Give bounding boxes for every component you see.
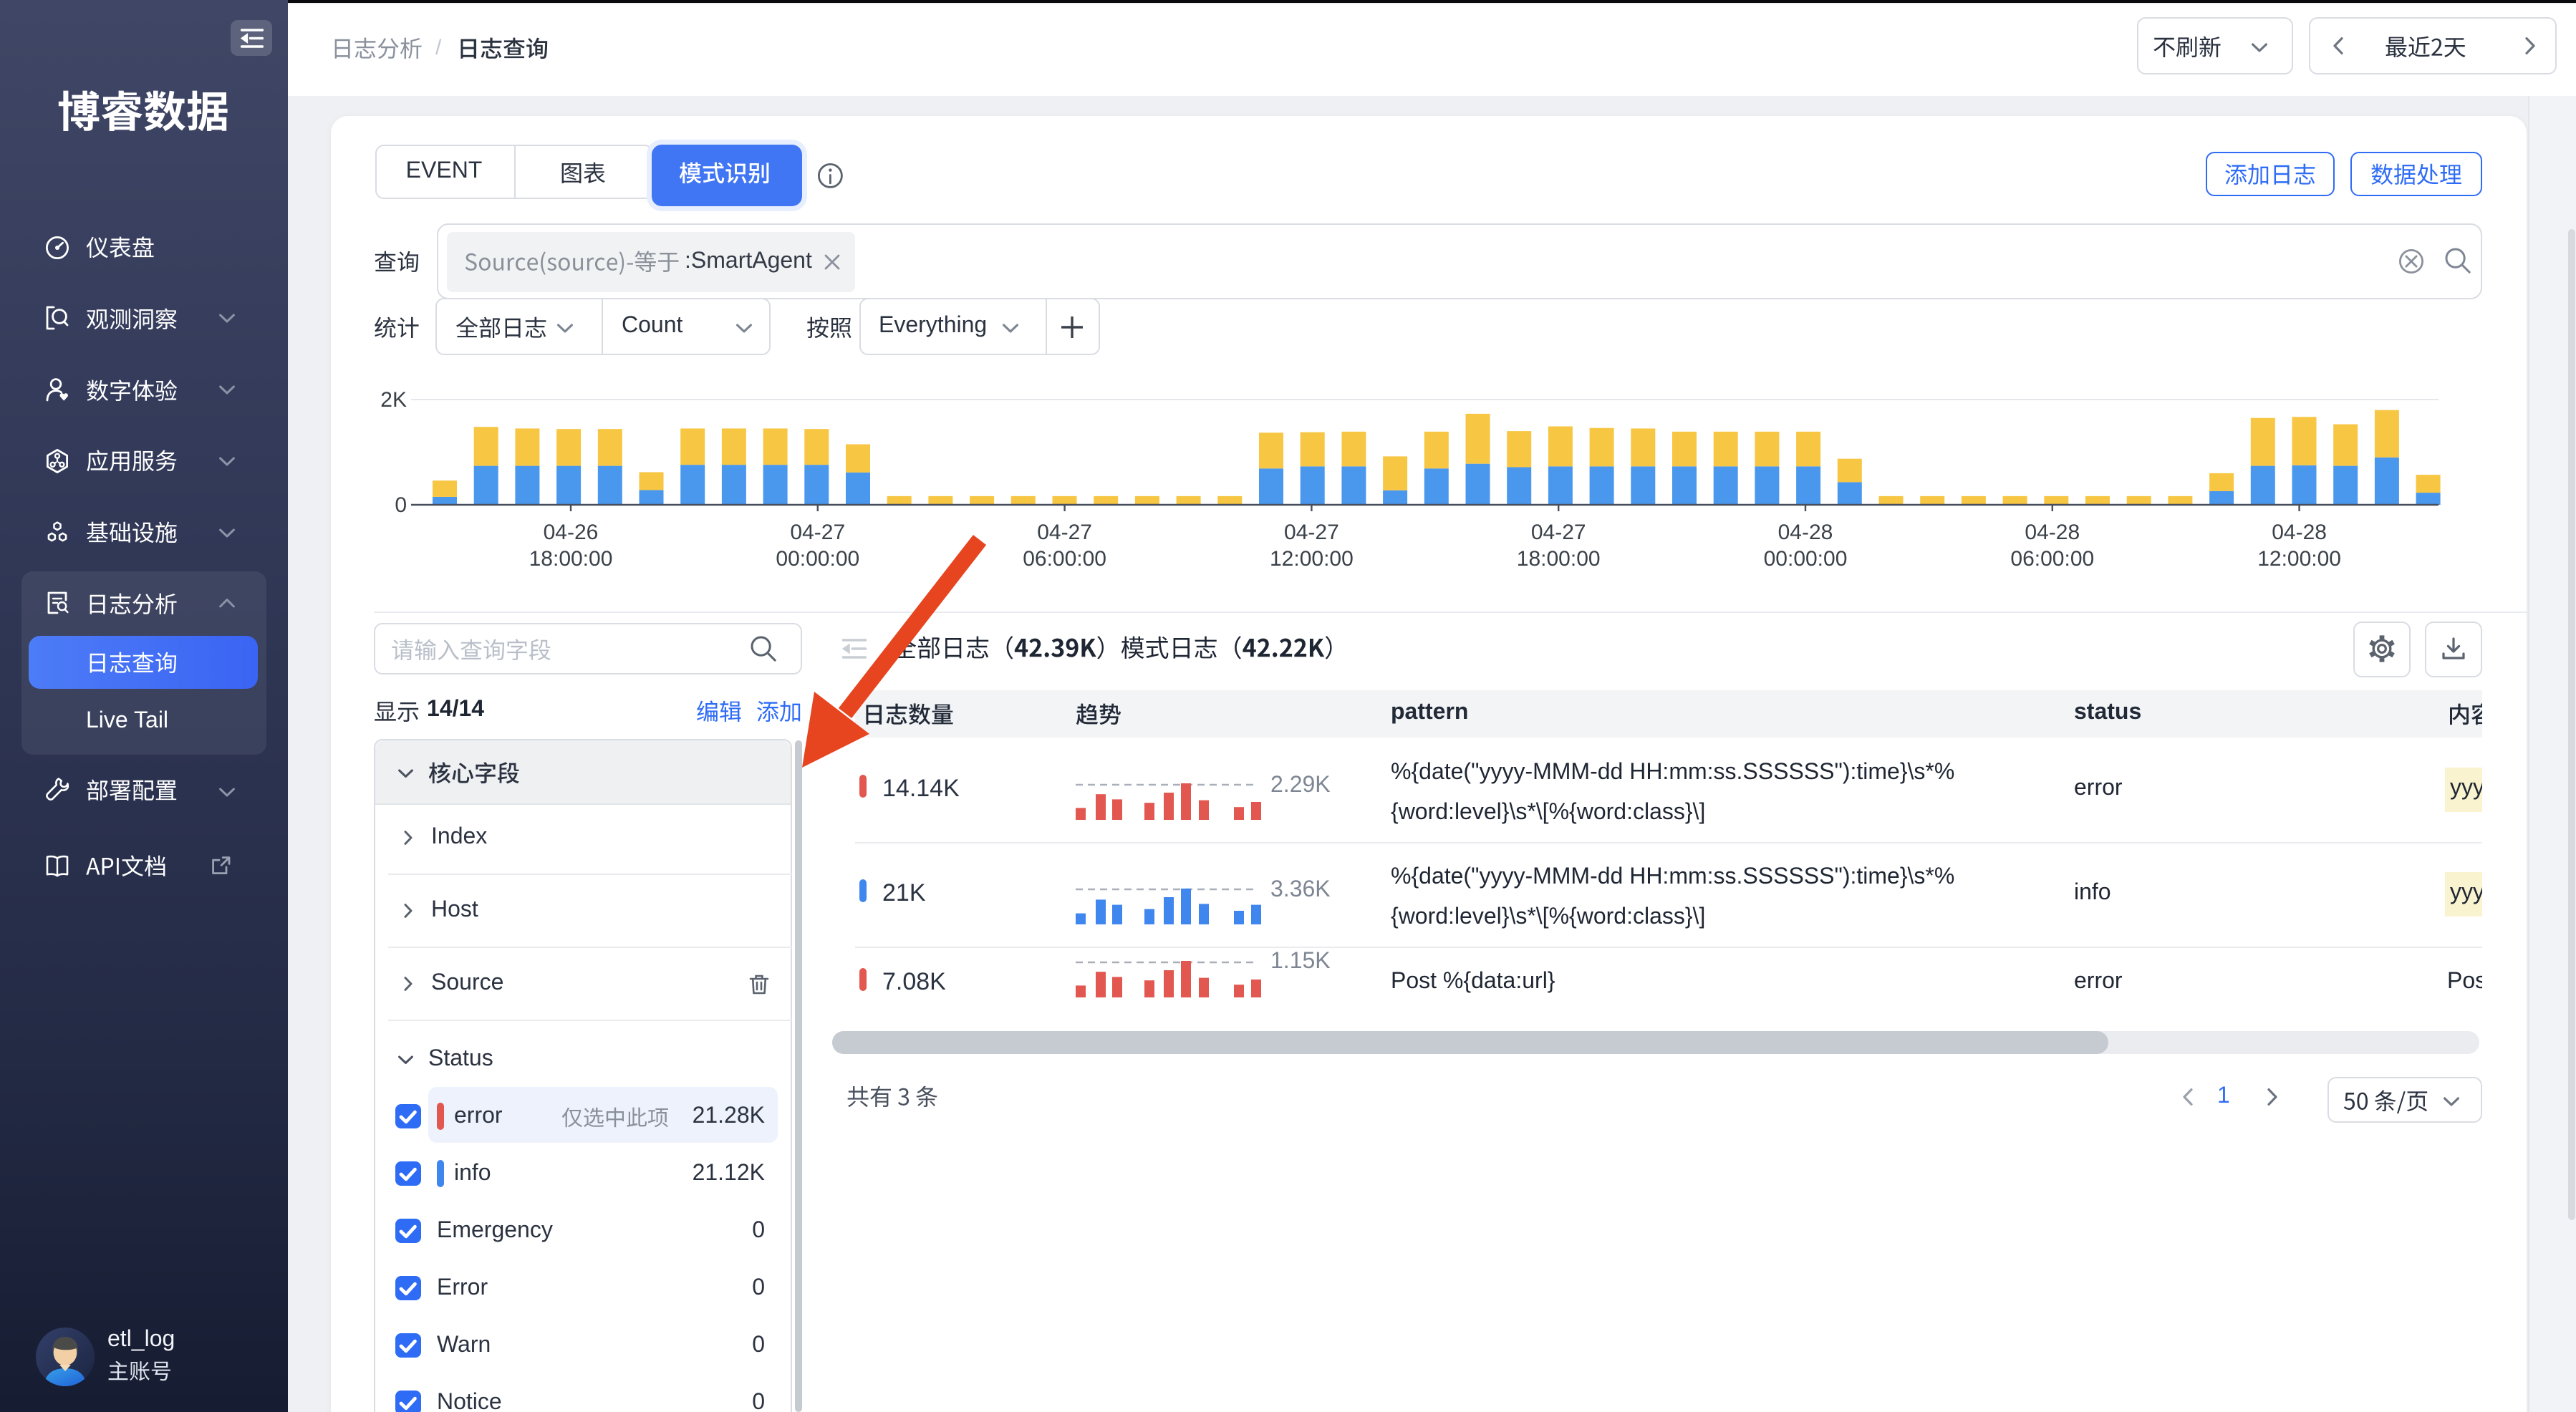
svg-text:04-27: 04-27	[1037, 521, 1092, 544]
svg-text:12:00:00: 12:00:00	[2257, 547, 2341, 571]
svg-text:06:00:00: 06:00:00	[1023, 547, 1106, 571]
svg-text:04-28: 04-28	[2025, 521, 2080, 544]
svg-text:06:00:00: 06:00:00	[2010, 547, 2094, 571]
svg-text:04-27: 04-27	[1284, 521, 1339, 544]
svg-text:04-26: 04-26	[544, 521, 599, 544]
svg-text:00:00:00: 00:00:00	[1764, 547, 1848, 571]
svg-text:04-27: 04-27	[1531, 521, 1586, 544]
svg-text:18:00:00: 18:00:00	[529, 547, 613, 571]
svg-text:18:00:00: 18:00:00	[1517, 547, 1601, 571]
svg-text:04-28: 04-28	[2272, 521, 2327, 544]
svg-text:12:00:00: 12:00:00	[1270, 547, 1354, 571]
svg-text:2K: 2K	[380, 388, 407, 412]
svg-text:04-28: 04-28	[1778, 521, 1833, 544]
svg-text:0: 0	[395, 493, 407, 517]
